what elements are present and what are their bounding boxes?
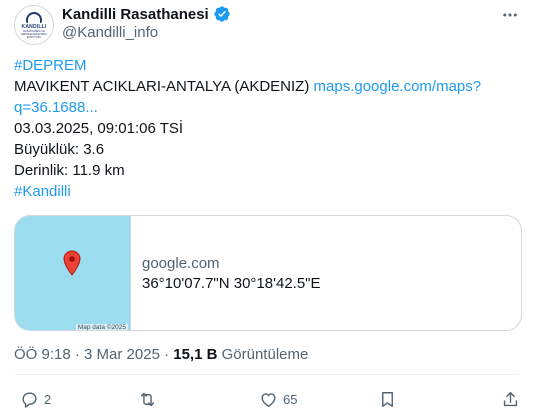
kandilli-logo-icon [26, 11, 42, 23]
magnitude-line: Büyüklük: 3.6 [14, 141, 105, 158]
share-icon [503, 391, 518, 406]
depth-line: Derinlik: 11.9 km [14, 162, 125, 179]
card-text: google.com 36°10'07.7"N 30°18'42.5"E [131, 216, 521, 330]
like-count: 65 [283, 391, 298, 407]
map-credit: Map data ©2025 [75, 324, 128, 331]
author-display-name[interactable]: Kandilli Rasathanesi [62, 6, 209, 23]
views-count: 15,1 B [173, 346, 218, 363]
maps-link[interactable]: maps.google.com/maps? [314, 78, 482, 95]
tweet-timestamp[interactable]: ÖÖ 9:18 · 3 Mar 2025 · [14, 346, 173, 363]
heart-icon [261, 392, 276, 407]
verified-badge-icon[interactable] [213, 5, 231, 23]
tweet-text: #DEPREM MAVIKENT ACIKLARI-ANTALYA (AKDEN… [14, 55, 514, 202]
map-thumbnail[interactable]: Map data ©2025 [15, 216, 131, 331]
card-coordinates: 36°10'07.7"N 30°18'42.5"E [142, 274, 321, 292]
retweet-button[interactable] [138, 388, 162, 410]
avatar-logo-subtext: RASATHANESI VE DEPREM ARAŞTIRMA ENSTİTÜS… [21, 29, 47, 39]
action-bar: 2 65 [0, 388, 533, 412]
avatar[interactable]: KANDILLI RASATHANESI VE DEPREM ARAŞTIRMA… [14, 5, 54, 45]
reply-count: 2 [44, 391, 52, 407]
author-handle[interactable]: @Kandilli_info [62, 24, 158, 41]
location-text: MAVIKENT ACIKLARI-ANTALYA (AKDENIZ) [14, 78, 314, 95]
map-pin-icon [63, 250, 81, 276]
reply-button[interactable]: 2 [20, 388, 51, 410]
divider [14, 374, 519, 375]
bookmark-button[interactable] [378, 388, 402, 410]
more-options-icon[interactable] [501, 6, 519, 24]
like-button[interactable]: 65 [259, 388, 297, 410]
author-name-row: Kandilli Rasathanesi [62, 5, 231, 23]
hashtag-deprem[interactable]: #DEPREM [14, 55, 514, 76]
tweet-meta: ÖÖ 9:18 · 3 Mar 2025 · 15,1 B Görüntülem… [14, 346, 308, 363]
retweet-icon [140, 392, 155, 406]
link-preview-card[interactable]: Map data ©2025 google.com 36°10'07.7"N 3… [14, 215, 522, 331]
tweet: KANDILLI RASATHANESI VE DEPREM ARAŞTIRMA… [0, 0, 533, 419]
bookmark-icon [382, 391, 393, 407]
location-line: MAVIKENT ACIKLARI-ANTALYA (AKDENIZ) maps… [14, 76, 514, 97]
views-label: Görüntüleme [217, 346, 309, 363]
share-button[interactable] [501, 388, 525, 410]
maps-link-continued[interactable]: q=36.1688... [14, 97, 514, 118]
card-domain: google.com [142, 254, 220, 272]
hashtag-kandilli[interactable]: #Kandilli [14, 181, 514, 202]
reply-icon [22, 391, 37, 408]
datetime-line: 03.03.2025, 09:01:06 TSİ [14, 120, 184, 137]
